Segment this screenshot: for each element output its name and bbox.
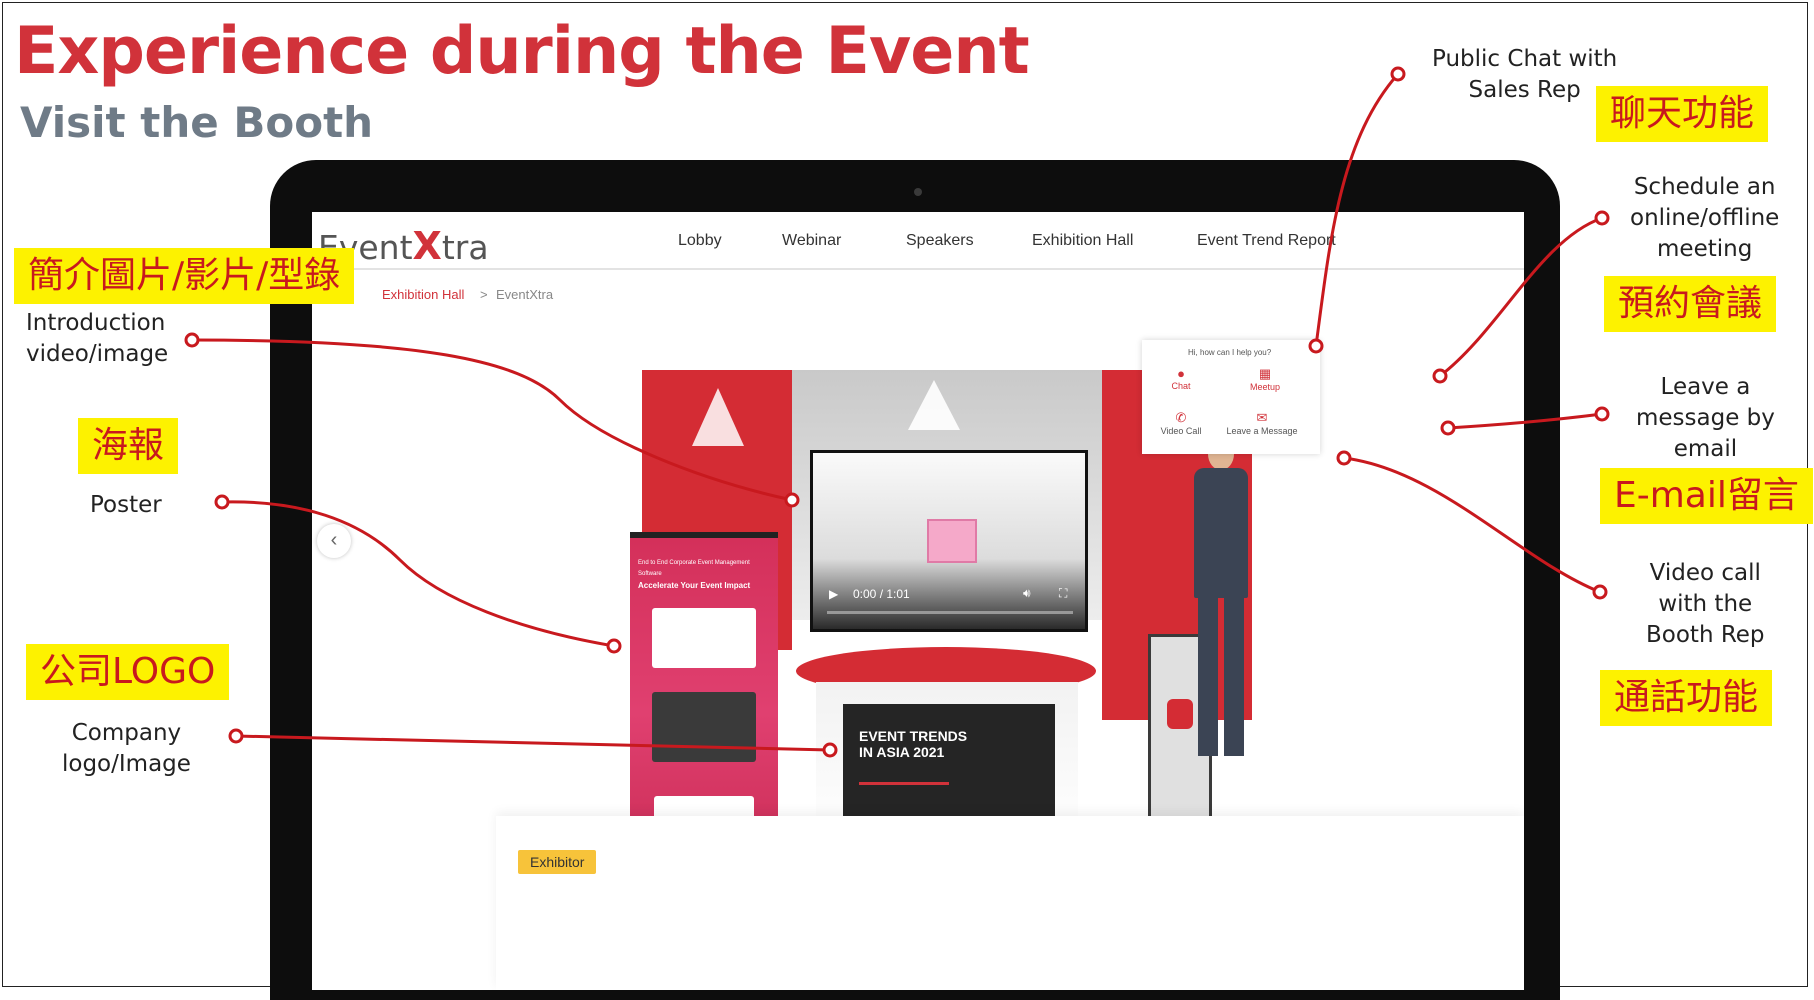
poster-headline: Accelerate Your Event Impact — [638, 581, 751, 590]
poster-device-image — [652, 608, 756, 668]
fullscreen-icon[interactable]: ⛶ — [1059, 586, 1067, 601]
prev-booth-button[interactable]: ‹ — [317, 524, 351, 558]
chat-label: Chat — [1171, 381, 1191, 391]
tag-poster-zh: 海報 — [78, 418, 179, 474]
intro-video-player[interactable]: ▶ 0:00 / 1:01 🔊︎ ⛶ — [810, 450, 1088, 632]
volume-icon[interactable]: 🔊︎ — [1023, 586, 1031, 601]
widget-prompt: Hi, how can I help you? — [1188, 348, 1272, 357]
counter-screen-underline — [859, 782, 949, 785]
booth-rep-figure — [1190, 438, 1252, 768]
exhibitor-info-panel: Exhibitor — [496, 816, 1524, 990]
breadcrumb-separator: > — [480, 287, 488, 302]
leave-message-label: Leave a Message — [1226, 426, 1298, 436]
booth-screen: EventXtra Lobby Webinar Speakers Exhibit… — [312, 212, 1524, 990]
tag-meeting-zh: 預約會議 — [1604, 276, 1777, 332]
logo-text-right: tra — [441, 228, 489, 267]
label-message: Leave a message by email — [1636, 374, 1775, 462]
label-poster: Poster — [90, 492, 162, 518]
tag-message-zh: E-mail留言 — [1600, 468, 1813, 524]
label-meeting: Schedule an online/offline meeting — [1630, 174, 1780, 262]
video-call-label: Video Call — [1160, 426, 1202, 436]
video-thumbnail — [927, 519, 977, 563]
company-logo-screen[interactable]: EVENT TRENDS IN ASIA 2021 — [843, 704, 1055, 816]
nav-webinar[interactable]: Webinar — [782, 232, 841, 250]
nav-exhibition-hall[interactable]: Exhibition Hall — [1032, 232, 1133, 250]
video-time: 0:00 / 1:01 — [853, 587, 910, 601]
label-chat: Public Chat with Sales Rep — [1432, 46, 1618, 103]
exhibitor-badge: Exhibitor — [518, 850, 597, 874]
video-call-button[interactable]: ✆ Video Call — [1146, 410, 1216, 436]
booth-interaction-widget: Hi, how can I help you? ● Chat ▦ Meetup ✆ V… — [1142, 340, 1320, 454]
chat-icon: ● — [1177, 366, 1185, 381]
poster-kiosk-image — [652, 692, 756, 762]
tag-call-zh: 通話功能 — [1600, 670, 1773, 726]
spotlight-center — [908, 380, 960, 430]
label-intro: Introduction video/image — [26, 310, 169, 367]
meetup-label: Meetup — [1249, 382, 1281, 392]
nav-lobby[interactable]: Lobby — [678, 232, 722, 250]
nav-event-trend-report[interactable]: Event Trend Report — [1197, 232, 1336, 250]
slide-title: Experience during the Event — [14, 14, 1030, 89]
spotlight-left — [692, 388, 744, 446]
slide-subtitle: Visit the Booth — [20, 98, 374, 147]
label-logo: Company logo/Image — [62, 720, 191, 777]
chat-button[interactable]: ● Chat — [1146, 366, 1216, 391]
poster-small-text: End to End Corporate Event Management So… — [638, 560, 750, 577]
play-icon[interactable]: ▶ — [829, 587, 838, 601]
video-progress-bar[interactable] — [827, 611, 1073, 614]
logo-x: X — [412, 224, 442, 268]
breadcrumb-current: EventXtra — [496, 287, 554, 302]
tag-logo-zh: 公司LOGO — [26, 644, 230, 700]
top-nav: EventXtra Lobby Webinar Speakers Exhibit… — [312, 212, 1524, 270]
label-call: Video call with the Booth Rep — [1646, 560, 1765, 648]
phone-icon: ✆ — [1175, 410, 1187, 425]
calendar-icon: ▦ — [1258, 366, 1272, 381]
nav-speakers[interactable]: Speakers — [906, 232, 974, 250]
webcam-dot — [914, 188, 922, 196]
counter-screen-text: EVENT TRENDS IN ASIA 2021 — [859, 728, 968, 760]
mail-icon: ✉ — [1256, 410, 1268, 425]
breadcrumb-exhibition-hall[interactable]: Exhibition Hall — [382, 287, 464, 302]
tag-intro-zh: 簡介圖片/影片/型錄 — [14, 248, 355, 304]
tag-chat-zh: 聊天功能 — [1596, 86, 1769, 142]
meetup-button[interactable]: ▦ Meetup — [1230, 366, 1300, 392]
leave-message-button[interactable]: ✉ Leave a Message — [1212, 410, 1312, 436]
